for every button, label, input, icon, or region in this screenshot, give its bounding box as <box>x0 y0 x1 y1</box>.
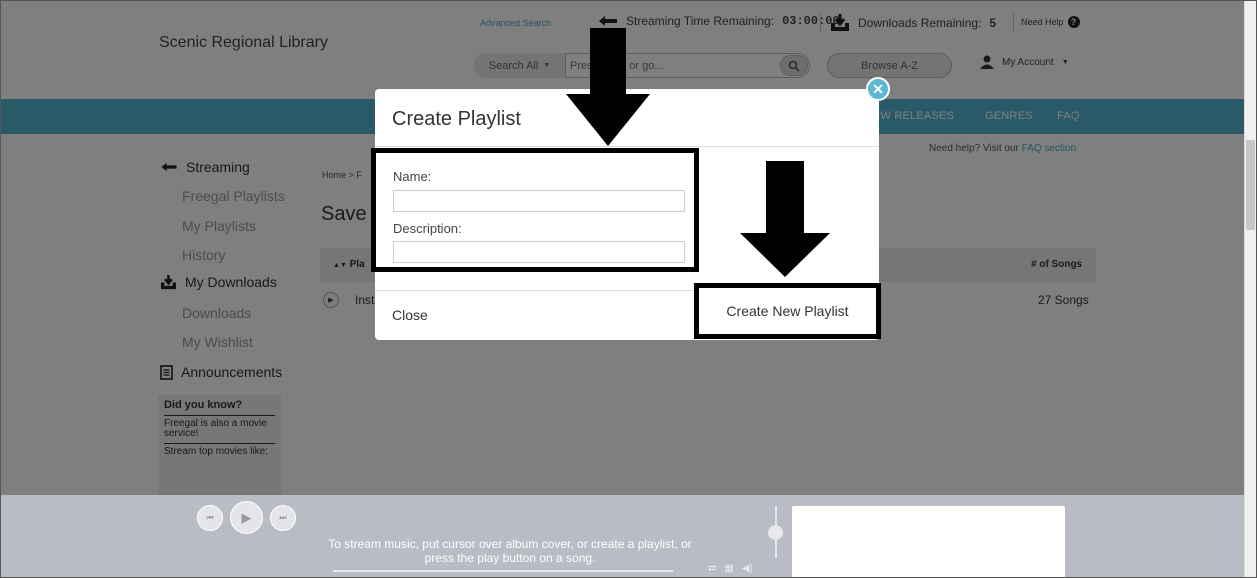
volume-handle[interactable] <box>768 525 783 540</box>
scrollbar[interactable] <box>1244 0 1257 578</box>
arrow-down-icon <box>566 28 650 146</box>
trash-icon[interactable]: ▦ <box>724 563 733 574</box>
play-icon[interactable]: ▶ <box>230 501 263 534</box>
previous-track-icon[interactable]: ⏮ <box>197 505 223 531</box>
close-button[interactable]: Close <box>392 307 428 323</box>
close-icon[interactable]: ✕ <box>866 77 890 101</box>
dialog-title: Create Playlist <box>392 108 521 130</box>
divider <box>375 146 879 147</box>
shuffle-icon[interactable]: ⇄ <box>708 563 716 574</box>
name-label: Name: <box>393 169 432 184</box>
arrow-down-icon <box>740 161 830 277</box>
now-playing-panel <box>792 506 1065 578</box>
progress-bar[interactable] <box>333 570 673 572</box>
player-controls: ⇄ ▦ ◀) <box>708 563 753 574</box>
description-label: Description: <box>393 221 462 236</box>
volume-icon[interactable]: ◀) <box>742 563 753 574</box>
next-track-icon[interactable]: ⏭ <box>270 505 296 531</box>
create-new-playlist-button[interactable]: Create New Playlist <box>694 283 881 339</box>
description-field[interactable] <box>393 241 685 263</box>
name-field[interactable] <box>393 190 685 212</box>
player-message: To stream music, put cursor over album c… <box>328 537 692 565</box>
scrollbar-thumb[interactable] <box>1246 140 1255 230</box>
